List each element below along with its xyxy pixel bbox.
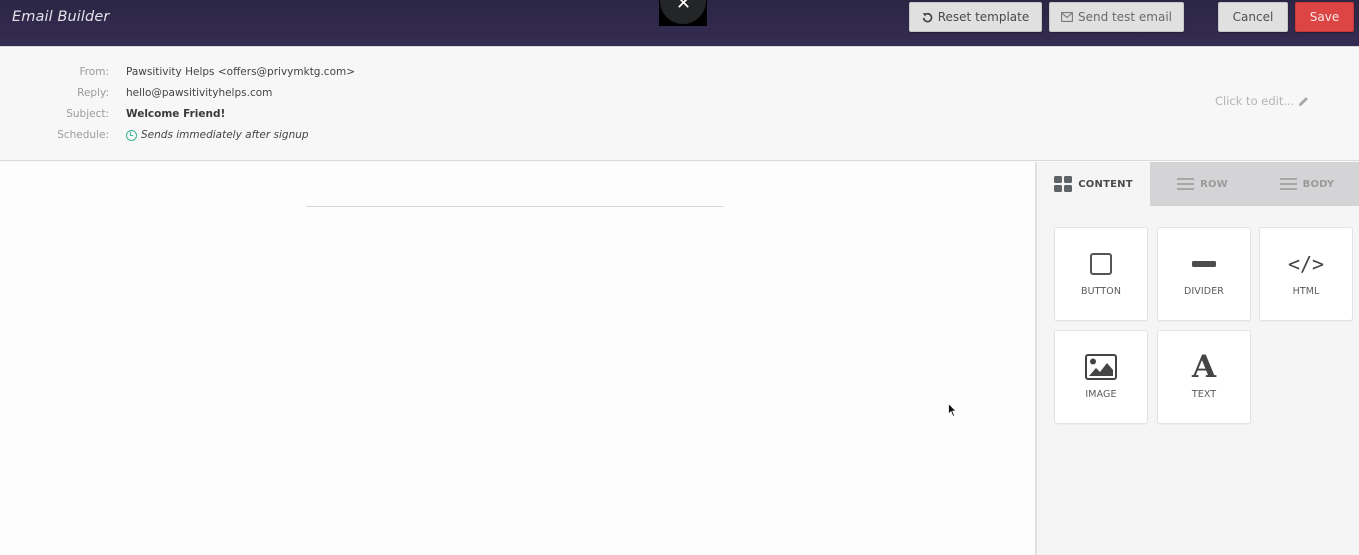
tab-body-label: BODY [1302, 178, 1335, 190]
close-button[interactable]: ✕ [659, 0, 707, 26]
subject-value: Welcome Friend! [126, 108, 226, 120]
reply-label: Reply: [77, 87, 109, 99]
tab-row-label: ROW [1200, 178, 1228, 190]
mouse-cursor-icon [948, 403, 957, 418]
subject-row: Subject: Welcome Friend! [0, 106, 225, 122]
reset-template-button[interactable]: Reset template [909, 2, 1042, 32]
lines-icon [1279, 178, 1297, 190]
close-icon: ✕ [676, 0, 692, 14]
tab-content-label: CONTENT [1078, 178, 1133, 190]
divider-icon [1192, 261, 1216, 267]
click-to-edit-label: Click to edit... [1215, 94, 1295, 108]
block-text[interactable]: A TEXT [1157, 330, 1251, 424]
tab-content[interactable]: CONTENT [1037, 162, 1150, 206]
cancel-button[interactable]: Cancel [1218, 2, 1288, 32]
email-settings-panel[interactable]: From: Pawsitivity Helps <offers@privymkt… [0, 48, 1359, 161]
text-icon: A [1191, 349, 1217, 385]
app-title: Email Builder [12, 9, 110, 25]
schedule-row: Schedule: Sends immediately after signup [0, 127, 309, 143]
block-divider[interactable]: DIVIDER [1157, 227, 1251, 321]
from-label: From: [79, 66, 109, 78]
reply-row: Reply: hello@pawsitivityhelps.com [0, 85, 272, 101]
image-icon [1085, 354, 1117, 380]
block-button-label: BUTTON [1080, 286, 1122, 297]
tab-body[interactable]: BODY [1255, 162, 1359, 206]
subject-label: Subject: [66, 108, 109, 120]
lines-icon [1177, 178, 1195, 190]
tab-row[interactable]: ROW [1150, 162, 1255, 206]
from-value: Pawsitivity Helps <offers@privymktg.com> [126, 66, 356, 78]
pencil-icon [1299, 96, 1309, 106]
email-canvas[interactable] [0, 162, 1035, 555]
schedule-value: Sends immediately after signup [141, 129, 309, 141]
block-divider-label: DIVIDER [1183, 286, 1225, 297]
reset-icon [922, 12, 933, 22]
top-bar: Email Builder ✕ Reset template Send test… [0, 0, 1359, 47]
divider-block[interactable] [306, 206, 724, 207]
from-row: From: Pawsitivity Helps <offers@privymkt… [0, 64, 355, 80]
reset-template-label: Reset template [937, 10, 1030, 24]
schedule-label: Schedule: [57, 129, 109, 141]
button-icon [1090, 253, 1112, 275]
save-button[interactable]: Save [1295, 2, 1354, 32]
envelope-icon [1061, 12, 1073, 22]
click-to-edit-link[interactable]: Click to edit... [1215, 94, 1309, 108]
block-text-label: TEXT [1191, 389, 1217, 400]
content-panel: CONTENT ROW BODY BUTTON DIVIDER </> HTML… [1035, 162, 1359, 555]
reply-value: hello@pawsitivityhelps.com [126, 87, 273, 99]
block-button[interactable]: BUTTON [1054, 227, 1148, 321]
send-test-email-button[interactable]: Send test email [1049, 2, 1184, 32]
clock-icon [126, 129, 137, 141]
code-icon: </> [1287, 252, 1325, 276]
panel-tabs: CONTENT ROW BODY [1037, 162, 1359, 206]
grid-icon [1054, 176, 1073, 192]
block-image-label: IMAGE [1085, 389, 1117, 400]
send-test-email-label: Send test email [1078, 10, 1172, 24]
block-image[interactable]: IMAGE [1054, 330, 1148, 424]
block-html[interactable]: </> HTML [1259, 227, 1353, 321]
block-html-label: HTML [1292, 286, 1320, 297]
